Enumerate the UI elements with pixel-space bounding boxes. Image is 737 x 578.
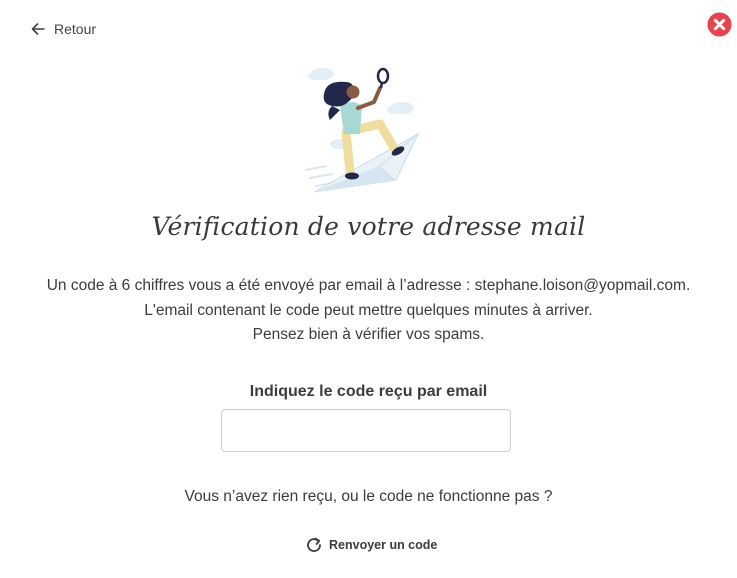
- resend-label: Renvoyer un code: [329, 538, 438, 552]
- info-line: Un code à 6 chiffres vous a été envoyé p…: [46, 277, 691, 294]
- back-label: Retour: [54, 21, 97, 37]
- close-icon: [707, 12, 732, 37]
- info-line: L'email contenant le code peut mettre qu…: [144, 301, 593, 319]
- refresh-icon: [305, 536, 323, 554]
- close-button[interactable]: [707, 12, 732, 37]
- no-code-question: Vous n’avez rien reçu, ou le code ne fon…: [184, 488, 553, 505]
- verification-illustration: [296, 62, 426, 198]
- code-field-label: Indiquez le code reçu par email: [249, 383, 488, 400]
- resend-code-button[interactable]: Renvoyer un code: [305, 536, 437, 554]
- verification-code-input[interactable]: [221, 409, 511, 452]
- back-link[interactable]: Retour: [30, 21, 96, 37]
- page-title: Vérification de votre adresse mail: [151, 212, 586, 241]
- arrow-left-icon: [30, 21, 46, 37]
- info-text: Un code à 6 chiffres vous a été envoyé p…: [0, 274, 737, 348]
- info-line: Pensez bien à vérifier vos spams.: [252, 326, 485, 343]
